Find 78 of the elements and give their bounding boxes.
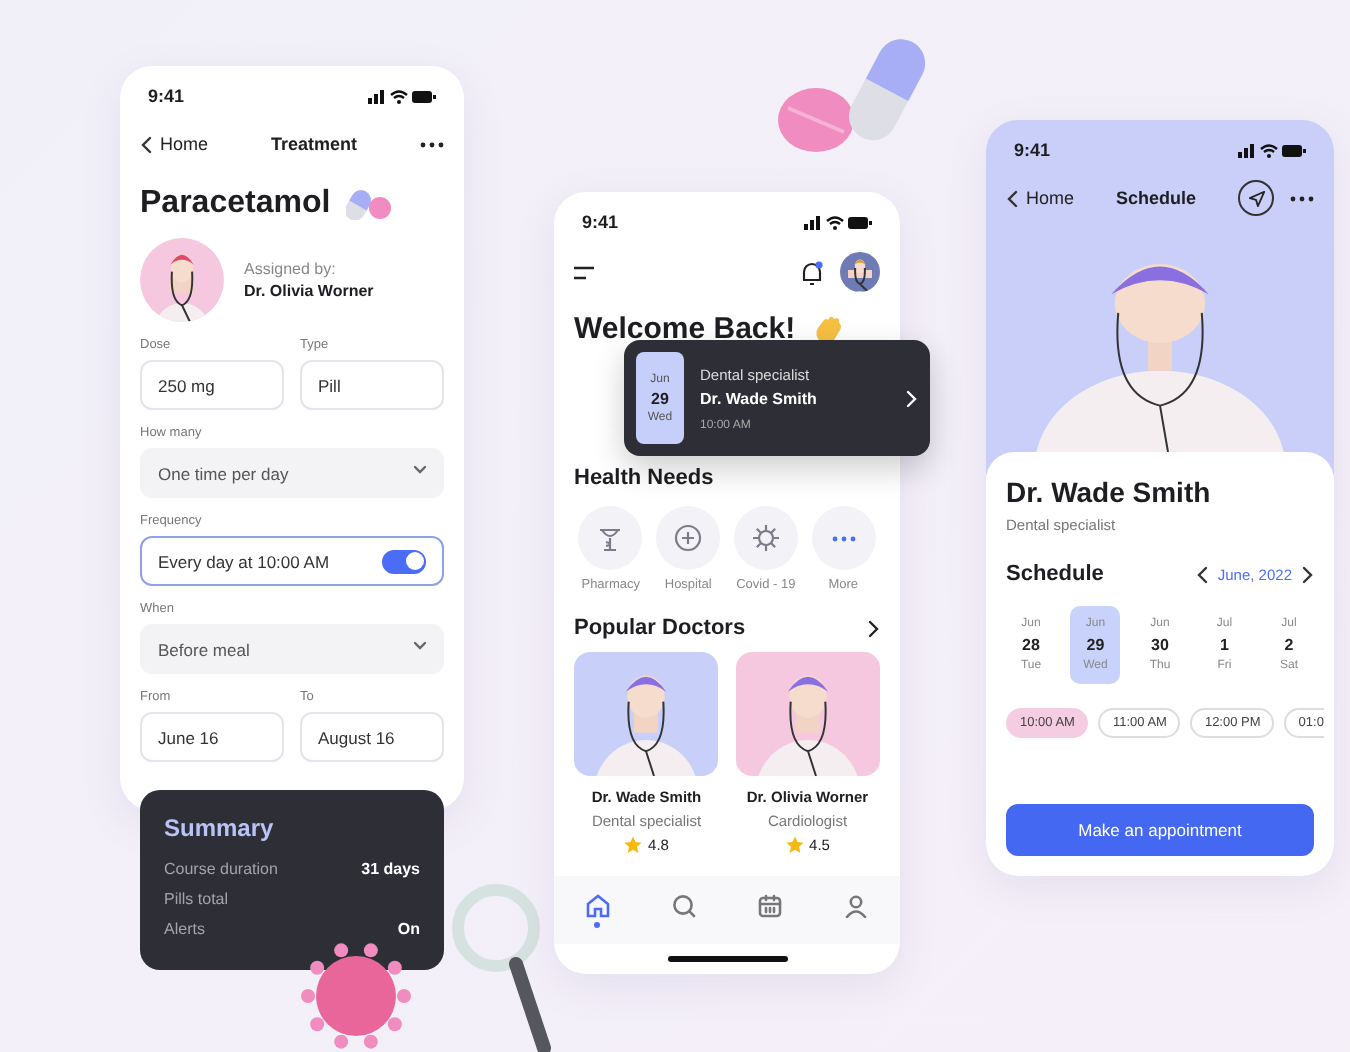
summary-label: Pills total — [164, 890, 229, 908]
pharmacy-icon — [598, 524, 623, 552]
virus-icon — [751, 524, 780, 552]
bell-icon — [800, 259, 824, 285]
category-button[interactable] — [733, 506, 798, 570]
signal-icon — [1238, 143, 1256, 157]
assigned-label: Assigned by: — [244, 260, 338, 278]
chevron-icon — [906, 389, 918, 407]
menu-icon — [574, 265, 594, 279]
section-title: Schedule — [1006, 562, 1104, 586]
star-icon — [624, 836, 643, 854]
chevron-icon — [1302, 565, 1314, 583]
signal-icon — [804, 215, 822, 229]
status-time: 9:41 — [582, 212, 619, 232]
notification-button[interactable] — [800, 259, 824, 285]
input-field[interactable]: 250 mg — [140, 360, 284, 410]
wifi-icon — [390, 89, 408, 103]
calendar-icon — [758, 893, 783, 917]
profile-icon — [844, 893, 869, 917]
previous-month-button[interactable] — [1195, 565, 1208, 583]
status-time: 9:41 — [1014, 140, 1051, 160]
more-button[interactable] — [420, 141, 444, 147]
battery-icon — [412, 89, 436, 103]
next-month-button[interactable] — [1302, 565, 1314, 583]
more-button[interactable] — [1290, 195, 1314, 201]
send-icon — [1247, 189, 1265, 207]
capsule-icon — [346, 188, 395, 220]
doctor-name: Dr. Wade Smith — [1006, 476, 1213, 508]
status-time: 9:41 — [148, 86, 185, 106]
back-button[interactable]: Home — [140, 134, 209, 154]
send-button[interactable] — [1238, 180, 1274, 216]
date-day: 29 — [651, 389, 669, 407]
category-button[interactable] — [578, 506, 643, 570]
section-title: Popular Doctors — [574, 616, 746, 640]
input-field[interactable]: Every day at 10:00 AM — [140, 536, 444, 586]
input-field[interactable]: August 16 — [300, 712, 444, 762]
welcome-heading: Welcome Back! — [574, 312, 796, 346]
wifi-icon — [1260, 143, 1278, 157]
home-icon — [585, 893, 610, 917]
chevron-icon — [140, 135, 152, 153]
wifi-icon — [826, 215, 844, 229]
more-icon — [1290, 195, 1314, 201]
signal-icon — [368, 89, 386, 103]
summary-value: 31 days — [361, 860, 420, 878]
summary-title: Summary — [164, 814, 276, 842]
profile-avatar[interactable] — [840, 252, 880, 292]
dropdown[interactable]: Before meal — [140, 624, 444, 674]
summary-label: Alerts — [164, 920, 205, 938]
waving-hand-icon — [811, 313, 844, 345]
more-icon — [831, 535, 856, 541]
appointment-button[interactable]: Make an appointment — [1006, 804, 1314, 856]
dropdown[interactable]: One time per day — [140, 448, 444, 498]
input-field[interactable]: June 16 — [140, 712, 284, 762]
star-icon — [785, 836, 804, 854]
doctor-name: Dr. Wade Smith — [700, 389, 819, 407]
menu-button[interactable] — [574, 265, 594, 279]
battery-icon — [848, 215, 872, 229]
chevron-icon — [1195, 565, 1208, 583]
drug-name: Paracetamol — [140, 186, 331, 222]
chevron-icon — [1006, 189, 1018, 207]
search-icon — [671, 893, 696, 917]
screen-title: Schedule — [1116, 188, 1197, 208]
screen-title: Treatment — [271, 134, 358, 154]
more-icon — [420, 141, 444, 147]
toggle-switch[interactable] — [382, 549, 426, 573]
battery-icon — [1282, 143, 1306, 157]
section-title: Health Needs — [574, 466, 716, 490]
doctor-avatar — [140, 238, 224, 322]
doctor-name: Dr. Olivia Worner — [244, 282, 374, 300]
home-indicator — [667, 956, 787, 962]
see-all-button[interactable] — [868, 619, 880, 637]
category-button[interactable] — [656, 506, 721, 570]
summary-value: On — [397, 920, 420, 938]
summary-label: Course duration — [164, 860, 278, 878]
back-button[interactable]: Home — [1006, 188, 1075, 208]
plus-circle-icon — [674, 524, 703, 552]
chevron-icon — [868, 619, 880, 637]
input-field[interactable]: Pill — [300, 360, 444, 410]
